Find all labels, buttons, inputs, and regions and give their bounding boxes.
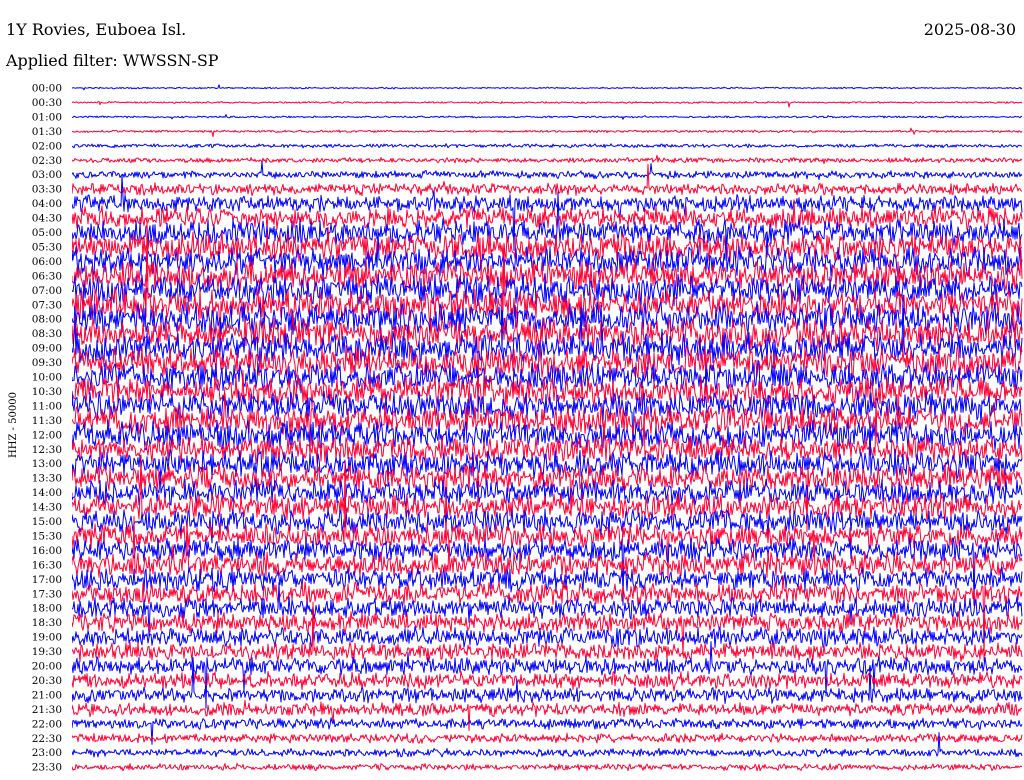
y-tick-label: 12:00 bbox=[32, 429, 62, 441]
y-tick-label: 22:30 bbox=[32, 733, 62, 745]
y-tick-label: 11:30 bbox=[32, 415, 62, 427]
y-tick-label: 00:00 bbox=[32, 83, 62, 95]
y-tick-label: 05:30 bbox=[32, 241, 62, 253]
y-tick-label: 20:00 bbox=[32, 661, 62, 673]
y-tick-label: 19:00 bbox=[32, 632, 62, 644]
chart-subtitle: Applied filter: WWSSN-SP bbox=[5, 51, 219, 70]
y-tick-label: 07:00 bbox=[32, 285, 62, 297]
y-tick-label: 20:30 bbox=[32, 675, 62, 687]
y-tick-label: 04:30 bbox=[32, 213, 62, 225]
y-tick-label: 05:00 bbox=[32, 227, 62, 239]
y-axis-label: HHZ - 50000 bbox=[8, 392, 19, 458]
y-tick-label: 15:30 bbox=[32, 530, 62, 542]
y-tick-label: 07:30 bbox=[32, 299, 62, 311]
y-tick-label: 17:30 bbox=[32, 588, 62, 600]
y-tick-label: 09:30 bbox=[32, 357, 62, 369]
y-tick-label: 17:00 bbox=[32, 574, 62, 586]
y-tick-label: 16:00 bbox=[32, 545, 62, 557]
chart-title: 1Y Rovies, Euboea Isl. bbox=[6, 20, 186, 39]
y-tick-label: 12:30 bbox=[32, 444, 62, 456]
y-tick-label: 21:00 bbox=[32, 689, 62, 701]
y-tick-label: 21:30 bbox=[32, 704, 62, 716]
y-tick-label: 08:00 bbox=[32, 314, 62, 326]
y-tick-label: 13:30 bbox=[32, 473, 62, 485]
y-tick-label: 01:30 bbox=[32, 126, 62, 138]
y-tick-label: 15:00 bbox=[32, 516, 62, 528]
y-tick-label: 23:30 bbox=[32, 762, 62, 774]
y-tick-label: 16:30 bbox=[32, 559, 62, 571]
chart-date: 2025-08-30 bbox=[924, 20, 1016, 39]
helicorder-chart: 1Y Rovies, Euboea Isl. Applied filter: W… bbox=[0, 0, 1024, 780]
y-tick-label: 06:00 bbox=[32, 256, 62, 268]
y-tick-label: 10:30 bbox=[32, 386, 62, 398]
y-tick-label: 09:00 bbox=[32, 343, 62, 355]
y-tick-label: 18:30 bbox=[32, 617, 62, 629]
y-tick-label: 22:00 bbox=[32, 718, 62, 730]
y-tick-label: 19:30 bbox=[32, 646, 62, 658]
y-tick-label: 04:00 bbox=[32, 198, 62, 210]
y-tick-label: 06:30 bbox=[32, 270, 62, 282]
y-tick-label: 03:30 bbox=[32, 184, 62, 196]
y-tick-label: 14:00 bbox=[32, 487, 62, 499]
y-tick-label: 13:00 bbox=[32, 458, 62, 470]
y-tick-label: 14:30 bbox=[32, 502, 62, 514]
y-tick-label: 11:00 bbox=[32, 400, 62, 412]
y-tick-label: 02:30 bbox=[32, 155, 62, 167]
y-tick-label: 23:00 bbox=[32, 747, 62, 759]
y-tick-label: 08:30 bbox=[32, 328, 62, 340]
y-tick-label: 01:00 bbox=[32, 111, 62, 123]
y-tick-label: 02:00 bbox=[32, 140, 62, 152]
y-tick-label: 18:00 bbox=[32, 603, 62, 615]
y-tick-label: 10:00 bbox=[32, 372, 62, 384]
y-tick-label: 00:30 bbox=[32, 97, 62, 109]
y-tick-label: 03:00 bbox=[32, 169, 62, 181]
